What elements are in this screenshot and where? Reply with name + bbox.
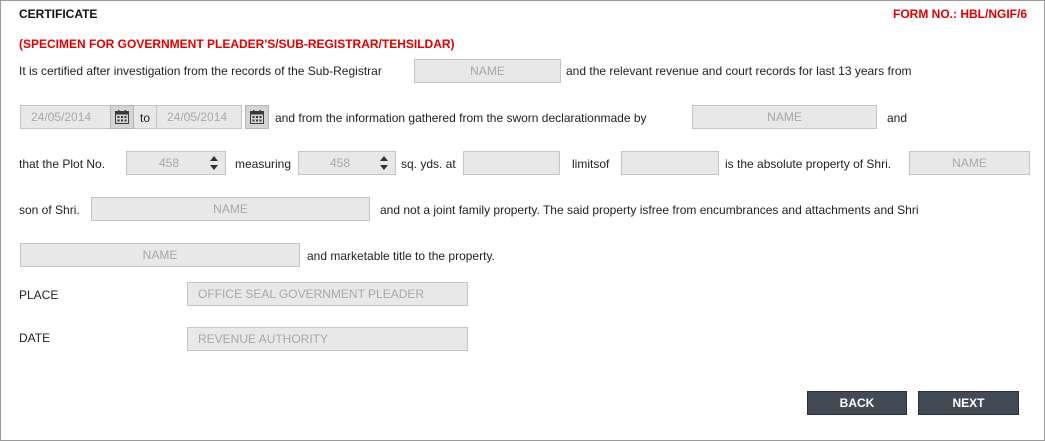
subregistrar-name-field[interactable]: NAME — [414, 59, 561, 83]
to-date-field[interactable]: 24/05/2014 — [156, 105, 242, 129]
spinner-arrows-icon — [210, 156, 218, 170]
plot-no-label: that the Plot No. — [19, 157, 106, 171]
title-holder-name-field[interactable]: NAME — [20, 243, 300, 267]
page-title: CERTIFICATE — [19, 7, 98, 21]
limitsof-label: limitsof — [572, 157, 610, 171]
declaration-text: and from the information gathered from t… — [275, 111, 647, 125]
limits-of-field[interactable] — [621, 151, 719, 175]
place-field[interactable]: OFFICE SEAL GOVERNMENT PLEADER — [187, 282, 468, 306]
date-label: DATE — [19, 331, 51, 345]
measuring-spinner[interactable] — [378, 153, 390, 173]
location-at-field[interactable] — [463, 151, 560, 175]
certification-text-1: It is certified after investigation from… — [19, 64, 382, 78]
owner-name-field[interactable]: NAME — [909, 151, 1030, 175]
sq-yds-label: sq. yds. at — [401, 157, 456, 171]
specimen-title: (SPECIMEN FOR GOVERNMENT PLEADER'S/SUB-R… — [19, 37, 455, 51]
son-of-label: son of Shri. — [19, 203, 80, 217]
measuring-label: measuring — [235, 157, 292, 171]
joint-family-text: and not a joint family property. The sai… — [380, 203, 919, 217]
marketable-title-text: and marketable title to the property. — [307, 249, 495, 263]
from-date-calendar-button[interactable] — [110, 105, 134, 129]
next-button[interactable]: NEXT — [918, 391, 1019, 415]
absolute-property-text: is the absolute property of Shri. — [725, 157, 892, 171]
back-button[interactable]: BACK — [807, 391, 907, 415]
calendar-icon — [250, 110, 264, 124]
declarant-name-field[interactable]: NAME — [692, 105, 877, 129]
form-number: FORM NO.: HBL/NGIF/6 — [893, 7, 1027, 21]
spinner-arrows-icon — [380, 156, 388, 170]
date-field[interactable]: REVENUE AUTHORITY — [187, 327, 468, 351]
certification-text-2: and the relevant revenue and court recor… — [566, 64, 912, 78]
and-label: and — [887, 111, 908, 125]
calendar-icon — [115, 110, 129, 124]
place-label: PLACE — [19, 288, 59, 302]
to-date-calendar-button[interactable] — [245, 105, 269, 129]
father-name-field[interactable]: NAME — [91, 197, 370, 221]
plot-no-spinner[interactable] — [208, 153, 220, 173]
to-label: to — [140, 111, 151, 125]
